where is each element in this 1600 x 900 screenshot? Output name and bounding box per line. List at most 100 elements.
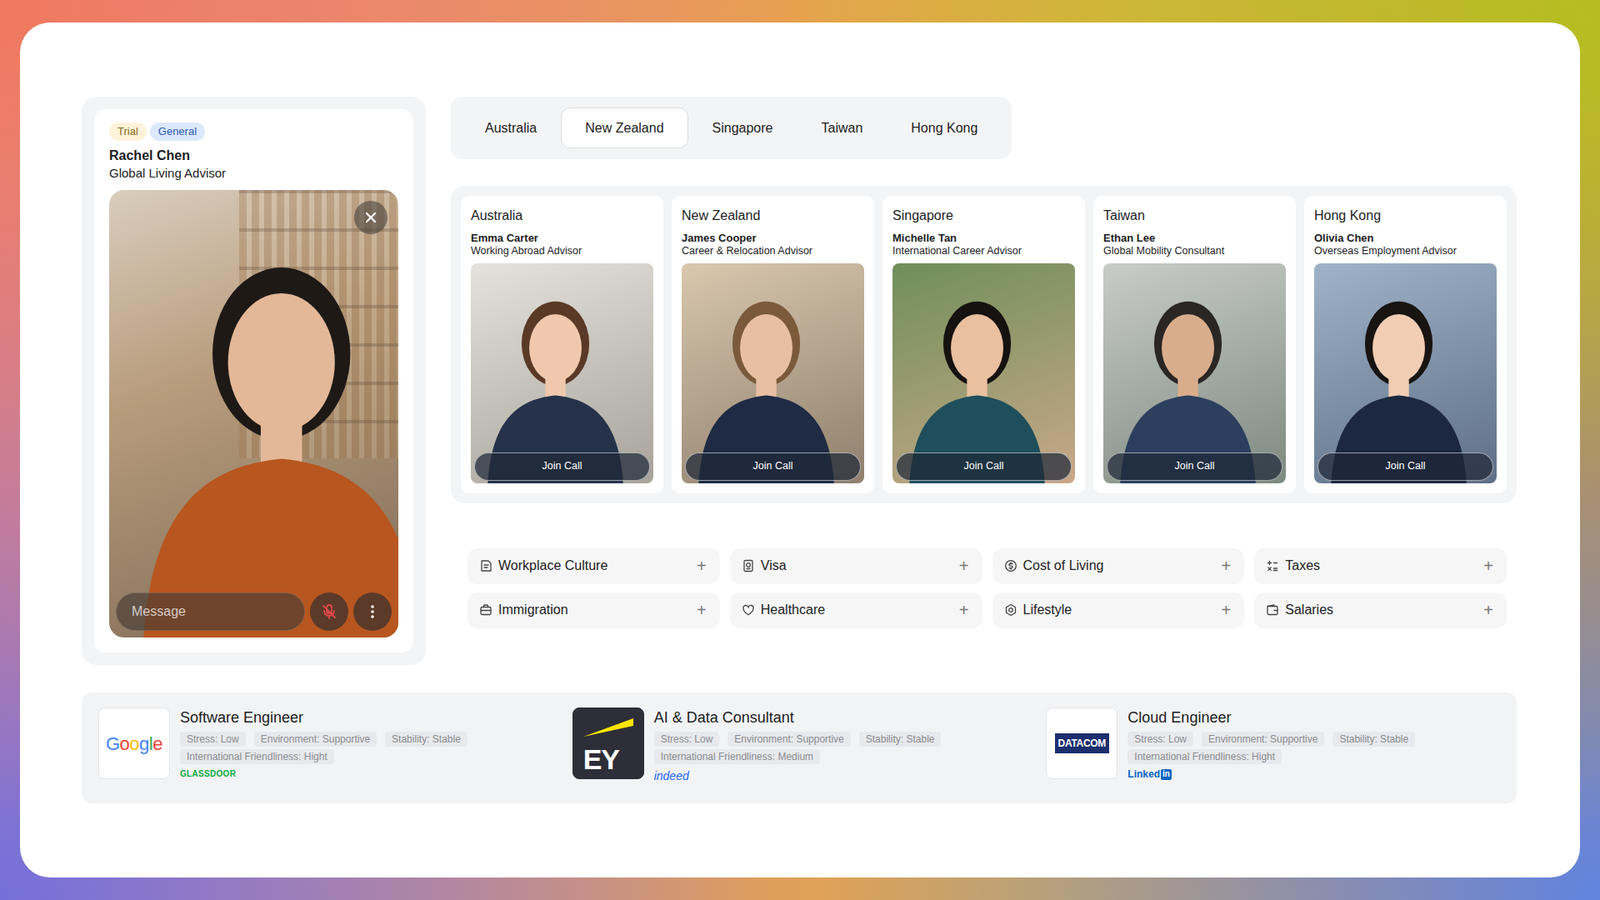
logo-text: EY <box>583 745 620 774</box>
advisor-country: Taiwan <box>1103 207 1286 225</box>
join-call-button[interactable]: Join Call <box>1106 452 1283 481</box>
job-tags: Stress: LowEnvironment: SupportiveStabil… <box>180 731 553 765</box>
join-call-button[interactable]: Join Call <box>474 452 650 481</box>
country-tab[interactable]: Taiwan <box>796 107 887 149</box>
join-call-button[interactable]: Join Call <box>895 452 1072 481</box>
job-tag: Stress: Low <box>654 731 720 747</box>
advisor-name: Emma Carter <box>470 231 654 245</box>
source-badge: in <box>1160 769 1172 780</box>
expand-toggle[interactable]: + <box>959 601 970 619</box>
job-tag: Environment: Supportive <box>1201 731 1325 747</box>
topic-item[interactable]: Cost of Living + <box>992 548 1245 585</box>
advisor-country: Singapore <box>892 207 1075 225</box>
ey-logo: EY <box>572 707 645 780</box>
expand-toggle[interactable]: + <box>1221 557 1232 575</box>
advisor-name: Olivia Chen <box>1314 231 1497 245</box>
advisor-country: New Zealand <box>681 207 865 225</box>
advisor-photo: Join Call <box>1314 263 1497 484</box>
google-logo: Google <box>98 707 170 780</box>
badge: Trial <box>109 122 147 141</box>
topic-item[interactable]: Immigration + <box>467 592 720 629</box>
job-tag: International Friendliness: Medium <box>654 749 820 765</box>
expand-toggle[interactable]: + <box>959 557 970 575</box>
close-icon <box>364 210 378 225</box>
job-source: indeed <box>654 768 1027 784</box>
join-call-button[interactable]: Join Call <box>1317 452 1494 481</box>
datacom-logo: DATACOM <box>1045 707 1118 780</box>
expand-toggle[interactable]: + <box>1221 601 1232 619</box>
advisor-name: Ethan Lee <box>1103 231 1286 245</box>
job-tag: Stability: Stable <box>1332 731 1415 747</box>
topic-label: Taxes <box>1285 555 1478 576</box>
advisor-name: Michelle Tan <box>892 231 1075 245</box>
advisor-country: Hong Kong <box>1314 207 1497 225</box>
job-card[interactable]: Google Software Engineer Stress: LowEnviro… <box>98 707 553 789</box>
mic-off-icon <box>320 603 338 620</box>
job-info: AI & Data ConsultantStress: LowEnvironme… <box>654 707 1027 789</box>
heart-icon <box>741 603 755 617</box>
advisor-card: Taiwan Ethan LeeGlobal Mobility Consultan… <box>1093 195 1296 494</box>
logo-text: DATACOM <box>1055 733 1110 754</box>
topic-label: Lifestyle <box>1023 600 1216 620</box>
job-card[interactable]: EY AI & Data ConsultantStress: LowEnviron… <box>572 707 1027 789</box>
expand-toggle[interactable]: + <box>1483 601 1494 619</box>
source-name: GLASSDOOR <box>180 768 236 780</box>
topic-item[interactable]: Salaries+ <box>1254 592 1507 629</box>
coin-icon <box>1004 559 1018 573</box>
badge: General <box>150 122 205 141</box>
passport-icon <box>741 559 755 573</box>
country-tabs: AustraliaNew ZealandSingaporeTaiwanHong … <box>450 96 1012 160</box>
job-tag: Stress: Low <box>1127 731 1194 747</box>
job-title: Software Engineer <box>180 708 553 728</box>
advisor-role: Global Mobility Consultant <box>1103 245 1286 259</box>
topic-label: Workplace Culture <box>498 555 691 576</box>
advisor-photo: Join Call <box>1103 263 1286 484</box>
job-card[interactable]: DATACOMCloud EngineerStress: LowEnvironm… <box>1045 707 1500 789</box>
wallet-icon <box>1265 603 1280 617</box>
advisor-role: Global Living Advisor <box>109 165 399 182</box>
topic-item[interactable]: Workplace Culture + <box>467 548 720 585</box>
advisor-card: Singapore Michelle TanInternational Caree… <box>882 195 1085 494</box>
topic-item[interactable]: Healthcare+ <box>730 592 983 629</box>
topic-list: Workplace Culture+Visa+Cost of Living+Ta… <box>450 548 1517 629</box>
culture-icon <box>479 559 493 573</box>
country-tab[interactable]: Singapore <box>688 107 798 149</box>
source-name: Linked <box>1127 768 1160 782</box>
expand-toggle[interactable]: + <box>696 601 707 619</box>
country-tab[interactable]: Hong Kong <box>886 107 1002 149</box>
more-button[interactable] <box>353 592 392 631</box>
job-tag: International Friendliness: Hight <box>1127 749 1282 765</box>
call-controls <box>115 592 392 631</box>
country-tab[interactable]: Australia <box>460 107 561 149</box>
advisor-role: International Career Advisor <box>892 245 1075 259</box>
expand-toggle[interactable]: + <box>1483 557 1494 575</box>
logo-text: Google <box>105 730 163 758</box>
advisor-photo: Join Call <box>470 263 654 484</box>
advisor-role: Career & Relocation Advisor <box>681 245 865 259</box>
advisor-panel: TrialGeneral Rachel ChenGlobal Living Adv… <box>81 96 426 665</box>
topic-label: Immigration <box>498 600 691 620</box>
country-tab[interactable]: New Zealand <box>560 107 688 149</box>
more-icon <box>364 603 381 620</box>
message-input[interactable] <box>115 592 305 631</box>
mic-button[interactable] <box>310 592 349 631</box>
job-tag: International Friendliness: Hight <box>180 749 335 765</box>
job-tag: Stability: Stable <box>385 731 468 747</box>
expand-toggle[interactable]: + <box>696 557 707 575</box>
advisor-card: New ZealandJames CooperCareer & Relocati… <box>671 195 875 494</box>
job-tag: Stability: Stable <box>859 731 942 747</box>
topic-item[interactable]: Taxes + <box>1254 548 1507 585</box>
join-call-button[interactable]: Join Call <box>685 452 861 481</box>
advisor-role: Working Abroad Advisor <box>470 245 654 259</box>
topic-item[interactable]: Lifestyle + <box>992 592 1245 629</box>
job-info: Software Engineer Stress: LowEnvironment:… <box>180 707 553 789</box>
lifestyle-icon <box>1004 603 1018 617</box>
topic-item[interactable]: Visa+ <box>730 548 983 585</box>
badge-row: TrialGeneral <box>109 122 399 141</box>
advisor-name: Rachel Chen <box>109 147 399 165</box>
calculator-icon <box>1265 559 1280 573</box>
close-button[interactable] <box>354 200 388 235</box>
topic-label: Cost of Living <box>1023 555 1216 576</box>
job-source: Linkedin <box>1127 768 1500 782</box>
advisor-card: TrialGeneral Rachel ChenGlobal Living Adv… <box>94 109 414 653</box>
